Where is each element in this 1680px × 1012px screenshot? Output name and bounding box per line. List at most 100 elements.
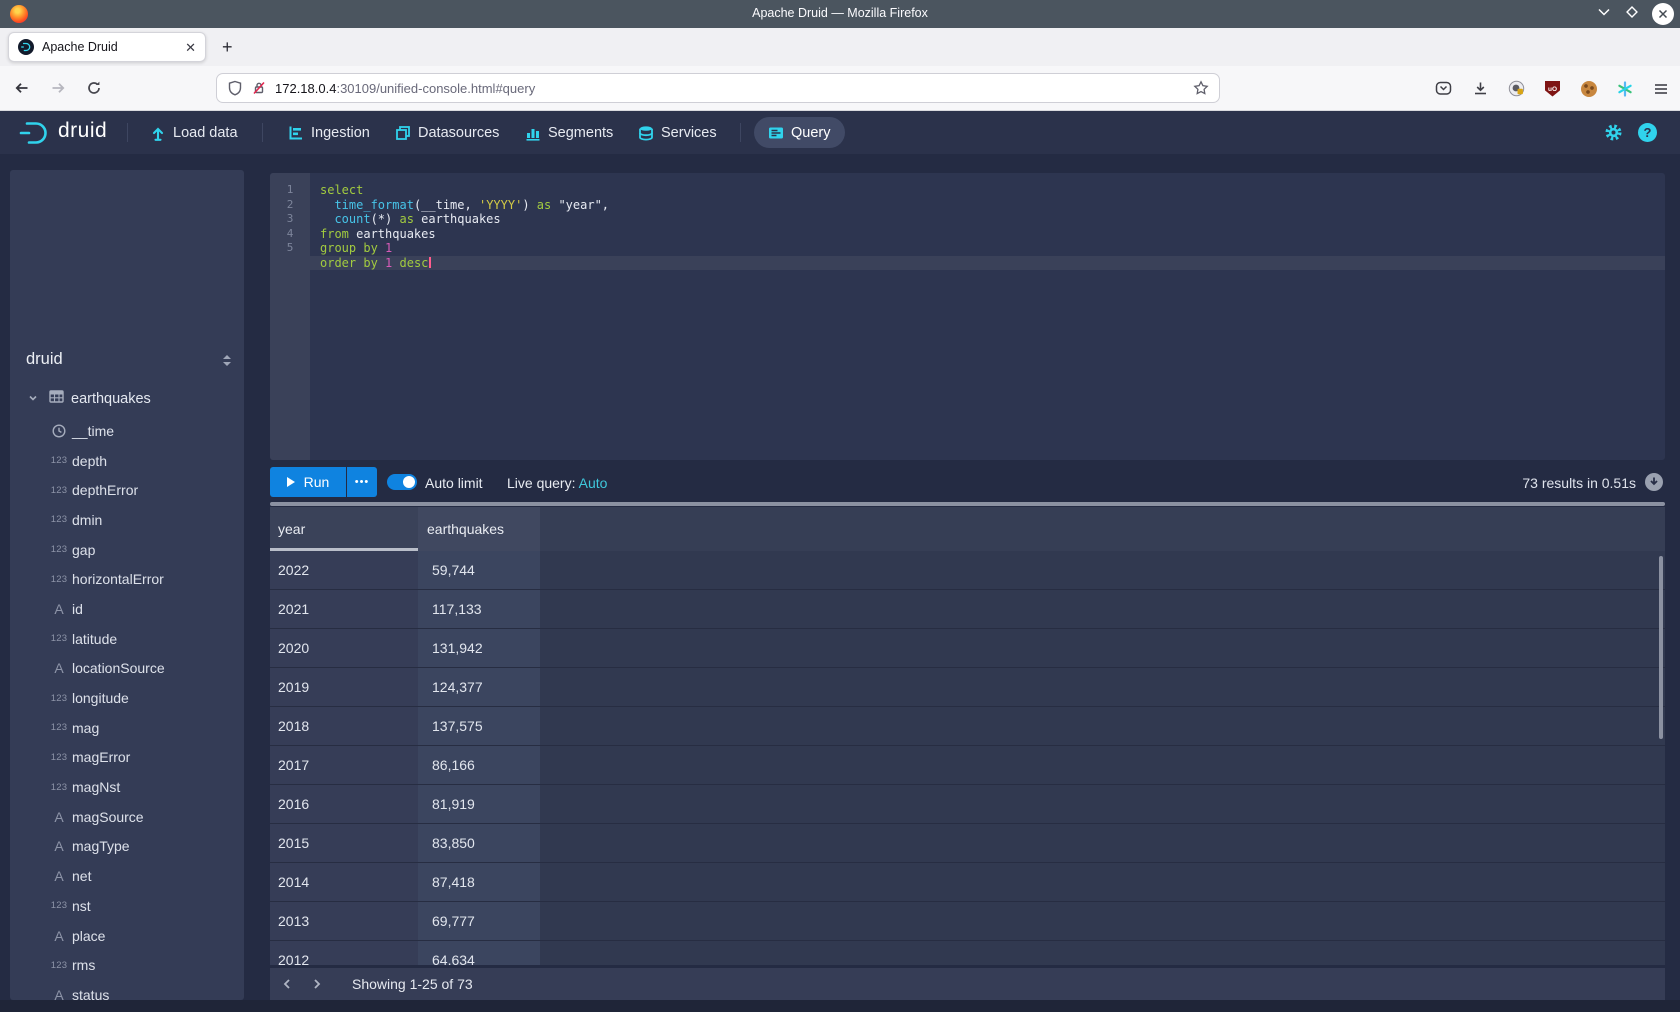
table-row[interactable]: 2018 137,575 [270, 707, 1665, 746]
row-filler [540, 629, 1665, 667]
sidebar-column-item[interactable]: 123 horizontalError [10, 564, 244, 594]
sidebar-column-item[interactable]: clock __time [10, 416, 244, 446]
sidebar-column-item[interactable]: 123 mag [10, 713, 244, 743]
vertical-scrollbar[interactable] [1659, 556, 1663, 739]
table-row[interactable]: 2022 59,744 [270, 551, 1665, 590]
table-row[interactable]: 2013 69,777 [270, 902, 1665, 941]
sidebar-column-item[interactable]: A magSource [10, 802, 244, 832]
downloads-icon[interactable] [1472, 80, 1489, 97]
table-row[interactable]: 2020 131,942 [270, 629, 1665, 668]
cookie-extension-icon[interactable] [1580, 80, 1597, 97]
sidebar-column-item[interactable]: 123 latitude [10, 624, 244, 654]
ublock-icon[interactable]: uO [1544, 80, 1561, 97]
forward-icon[interactable] [50, 80, 66, 96]
settings-gear-icon[interactable] [1604, 123, 1623, 147]
bookmark-star-icon[interactable] [1193, 80, 1209, 96]
cell-year[interactable]: 2022 [270, 551, 418, 589]
column-header-year[interactable]: year [270, 507, 418, 551]
cell-year[interactable]: 2017 [270, 746, 418, 784]
cell-year[interactable]: 2016 [270, 785, 418, 823]
cell-year[interactable]: 2015 [270, 824, 418, 862]
cell-earthquakes[interactable]: 86,166 [418, 746, 540, 784]
sidebar-column-item[interactable]: 123 nst [10, 891, 244, 921]
cell-year[interactable]: 2019 [270, 668, 418, 706]
cell-earthquakes[interactable]: 131,942 [418, 629, 540, 667]
sidebar-column-item[interactable]: 123 dmin [10, 505, 244, 535]
cell-earthquakes[interactable]: 117,133 [418, 590, 540, 628]
window-titlebar[interactable]: Apache Druid — Mozilla Firefox [0, 0, 1680, 28]
sidebar-column-item[interactable]: 123 gap [10, 535, 244, 565]
cell-earthquakes[interactable]: 124,377 [418, 668, 540, 706]
download-results-icon[interactable] [1645, 473, 1663, 491]
nav-item-query-active[interactable]: Query [754, 117, 845, 148]
cell-earthquakes[interactable]: 64,634 [418, 941, 540, 965]
new-tab-button[interactable]: + [222, 37, 233, 58]
cell-earthquakes[interactable]: 81,919 [418, 785, 540, 823]
table-row[interactable]: 2021 117,133 [270, 590, 1665, 629]
sidebar-column-item[interactable]: 123 longitude [10, 683, 244, 713]
run-more-button[interactable]: ••• [347, 467, 377, 497]
cell-year[interactable]: 2021 [270, 590, 418, 628]
url-bar[interactable]: 172.18.0.4:30109/unified-console.html#qu… [216, 73, 1220, 103]
sort-double-caret-icon[interactable] [222, 354, 232, 372]
auto-limit-toggle[interactable] [387, 474, 417, 490]
nav-item-datasources[interactable]: Datasources [395, 111, 499, 154]
back-icon[interactable] [14, 80, 30, 96]
sidebar-column-item[interactable]: 123 depth [10, 446, 244, 476]
sidebar-column-item[interactable]: A net [10, 861, 244, 891]
cell-year[interactable]: 2018 [270, 707, 418, 745]
run-button[interactable]: Run [270, 467, 346, 497]
horizontal-scrollbar[interactable] [270, 502, 1665, 506]
chevron-down-icon[interactable] [28, 390, 38, 408]
column-header-earthquakes[interactable]: earthquakes [418, 507, 540, 551]
sidebar-column-item[interactable]: A magType [10, 832, 244, 862]
sidebar-column-item[interactable]: 123 depthError [10, 475, 244, 505]
sidebar-column-item[interactable]: A id [10, 594, 244, 624]
help-icon[interactable]: ? [1638, 123, 1657, 142]
cell-earthquakes[interactable]: 87,418 [418, 863, 540, 901]
cell-year[interactable]: 2020 [270, 629, 418, 667]
nav-item-segments[interactable]: Segments [525, 111, 613, 154]
table-row[interactable]: 2019 124,377 [270, 668, 1665, 707]
sidebar-column-item[interactable]: 123 magNst [10, 772, 244, 802]
druid-wordmark[interactable]: druid [58, 119, 107, 143]
menu-hamburger-icon[interactable] [1652, 80, 1669, 97]
close-window-icon[interactable] [1652, 3, 1674, 25]
maximize-icon[interactable] [1624, 4, 1640, 25]
table-row[interactable]: 2016 81,919 [270, 785, 1665, 824]
tab-close-icon[interactable]: ✕ [185, 41, 196, 54]
sql-editor[interactable]: 123456 select time_format(__time, 'YYYY'… [270, 173, 1665, 460]
sidebar-table-earthquakes[interactable]: earthquakes [10, 387, 244, 411]
live-query-value[interactable]: Auto [579, 475, 608, 491]
pocket-icon[interactable] [1435, 80, 1452, 97]
extension-account-icon[interactable] [1508, 80, 1525, 97]
editor-code[interactable]: select time_format(__time, 'YYYY') as "y… [310, 183, 1665, 270]
cell-earthquakes[interactable]: 137,575 [418, 707, 540, 745]
sidebar-column-item[interactable]: A locationSource [10, 654, 244, 684]
cell-earthquakes[interactable]: 69,777 [418, 902, 540, 940]
nav-item-services[interactable]: Services [638, 111, 717, 154]
cell-earthquakes[interactable]: 59,744 [418, 551, 540, 589]
nav-item-load-data[interactable]: Load data [150, 111, 238, 154]
next-page-icon[interactable] [310, 977, 324, 991]
table-row[interactable]: 2014 87,418 [270, 863, 1665, 902]
minimize-icon[interactable] [1596, 4, 1612, 25]
extension-asterisk-icon[interactable] [1616, 80, 1633, 97]
sidebar-column-item[interactable]: A place [10, 921, 244, 951]
cell-earthquakes[interactable]: 83,850 [418, 824, 540, 862]
cell-year[interactable]: 2013 [270, 902, 418, 940]
cell-year[interactable]: 2014 [270, 863, 418, 901]
sidebar-column-item[interactable]: 123 magError [10, 743, 244, 773]
table-row[interactable]: 2017 86,166 [270, 746, 1665, 785]
insecure-lock-icon[interactable] [251, 80, 267, 96]
nav-item-ingestion[interactable]: Ingestion [288, 111, 370, 154]
prev-page-icon[interactable] [280, 977, 294, 991]
cell-year[interactable]: 2012 [270, 941, 418, 965]
browser-tab[interactable]: Apache Druid ✕ [8, 32, 206, 62]
tracking-shield-icon[interactable] [227, 80, 243, 96]
druid-logo-icon[interactable] [18, 120, 54, 151]
sidebar-column-item[interactable]: 123 rms [10, 950, 244, 980]
reload-icon[interactable] [86, 80, 102, 96]
table-row[interactable]: 2012 64,634 [270, 941, 1665, 965]
table-row[interactable]: 2015 83,850 [270, 824, 1665, 863]
